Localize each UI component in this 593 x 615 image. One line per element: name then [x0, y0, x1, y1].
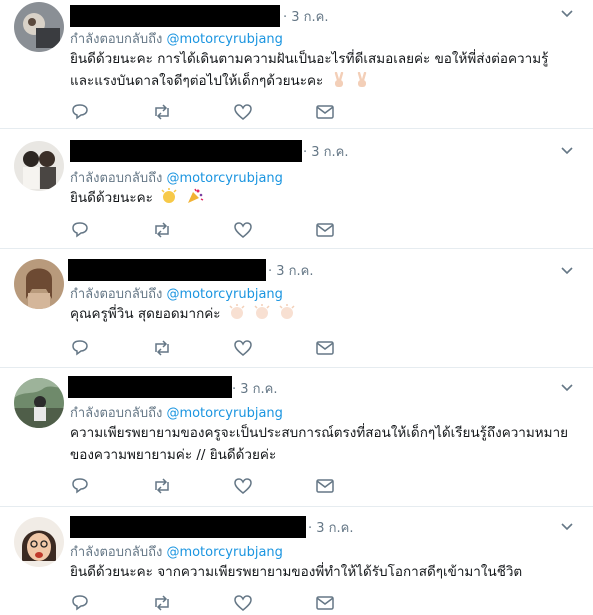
- tweet-date[interactable]: · 3 ก.ค.: [283, 6, 329, 27]
- reply-icon[interactable]: [70, 476, 90, 496]
- tweet-text-content: ยินดีด้วยนะคะ: [70, 190, 153, 206]
- like-icon[interactable]: [233, 338, 253, 358]
- clapping-hands-emoji: [279, 304, 295, 319]
- message-icon[interactable]: [315, 220, 335, 240]
- redacted-username: [68, 376, 232, 398]
- tweet-date[interactable]: · 3 ก.ค.: [268, 260, 314, 281]
- mention-link[interactable]: @motorcyrubjang: [166, 287, 282, 302]
- reply-prefix: กำลังตอบกลับถึง: [70, 545, 163, 560]
- tweet: · 3 ก.ค. กำลังตอบกลับถึง @motorcyrubjang…: [0, 129, 593, 249]
- tweet: · 3 ก.ค. กำลังตอบกลับถึง @motorcyrubjang…: [0, 368, 593, 507]
- chevron-down-icon[interactable]: [559, 380, 575, 396]
- tweet: · 3 ก.ค. กำลังตอบกลับถึง @motorcyrubjang…: [0, 249, 593, 368]
- clapping-hands-emoji: [254, 304, 270, 319]
- reply-context: กำลังตอบกลับถึง @motorcyrubjang: [70, 541, 283, 562]
- tweet-actions: [70, 102, 350, 122]
- reply-context: กำลังตอบกลับถึง @motorcyrubjang: [70, 167, 283, 188]
- tweet-text: ยินดีด้วยนะคะ จากความเพียรพยายามของพี่ทำ…: [70, 561, 570, 583]
- tweet-text-content: คุณครูพี่วิน สุดยอดมากค่ะ: [70, 306, 221, 322]
- message-icon[interactable]: [315, 102, 335, 122]
- tweet-text: ความเพียรพยายามของครูจะเป็นประสบการณ์ตรง…: [70, 422, 570, 466]
- avatar[interactable]: [14, 378, 64, 428]
- retweet-icon[interactable]: [152, 220, 172, 240]
- mention-link[interactable]: @motorcyrubjang: [166, 32, 282, 47]
- tweet-text-content: ความเพียรพยายามของครูจะเป็นประสบการณ์ตรง…: [70, 425, 569, 463]
- reply-context: กำลังตอบกลับถึง @motorcyrubjang: [70, 402, 283, 423]
- retweet-icon[interactable]: [152, 476, 172, 496]
- clapping-hands-emoji: [161, 188, 177, 203]
- reply-prefix: กำลังตอบกลับถึง: [70, 406, 163, 421]
- redacted-username: [70, 140, 302, 162]
- tweet-text-content: ยินดีด้วยนะคะ จากความเพียรพยายามของพี่ทำ…: [70, 564, 523, 580]
- party-popper-emoji: [187, 188, 203, 203]
- tweet-text: ยินดีด้วยนะคะ การได้เดินตามความฝันเป็นอะ…: [70, 48, 570, 92]
- tweet-date[interactable]: · 3 ก.ค.: [232, 378, 278, 399]
- reply-icon[interactable]: [70, 102, 90, 122]
- tweet-date[interactable]: · 3 ก.ค.: [308, 517, 354, 538]
- mention-link[interactable]: @motorcyrubjang: [166, 171, 282, 186]
- redacted-username: [70, 5, 280, 27]
- reply-context: กำลังตอบกลับถึง @motorcyrubjang: [70, 283, 283, 304]
- reply-icon[interactable]: [70, 338, 90, 358]
- reply-prefix: กำลังตอบกลับถึง: [70, 32, 163, 47]
- message-icon[interactable]: [315, 338, 335, 358]
- chevron-down-icon[interactable]: [559, 6, 575, 22]
- avatar[interactable]: [14, 141, 64, 191]
- message-icon[interactable]: [315, 593, 335, 613]
- retweet-icon[interactable]: [152, 338, 172, 358]
- redacted-username: [70, 516, 306, 538]
- tweet-actions: [70, 593, 350, 613]
- chevron-down-icon[interactable]: [559, 143, 575, 159]
- tweet-date[interactable]: · 3 ก.ค.: [303, 141, 349, 162]
- like-icon[interactable]: [233, 220, 253, 240]
- reply-prefix: กำลังตอบกลับถึง: [70, 287, 163, 302]
- victory-hand-emoji: [357, 72, 367, 87]
- tweet: · 3 ก.ค. กำลังตอบกลับถึง @motorcyrubjang…: [0, 507, 593, 615]
- like-icon[interactable]: [233, 593, 253, 613]
- chevron-down-icon[interactable]: [559, 519, 575, 535]
- tweet-actions: [70, 338, 350, 358]
- reply-icon[interactable]: [70, 220, 90, 240]
- chevron-down-icon[interactable]: [559, 263, 575, 279]
- mention-link[interactable]: @motorcyrubjang: [166, 545, 282, 560]
- tweet-actions: [70, 220, 350, 240]
- avatar[interactable]: [14, 259, 64, 309]
- avatar[interactable]: [14, 517, 64, 567]
- victory-hand-emoji: [334, 72, 343, 87]
- tweet: · 3 ก.ค. กำลังตอบกลับถึง @motorcyrubjang…: [0, 0, 593, 129]
- avatar[interactable]: [14, 2, 64, 52]
- tweet-actions: [70, 476, 350, 496]
- retweet-icon[interactable]: [152, 102, 172, 122]
- tweet-text-content: ยินดีด้วยนะคะ การได้เดินตามความฝันเป็นอะ…: [70, 51, 549, 89]
- message-icon[interactable]: [315, 476, 335, 496]
- retweet-icon[interactable]: [152, 593, 172, 613]
- reply-context: กำลังตอบกลับถึง @motorcyrubjang: [70, 28, 283, 49]
- like-icon[interactable]: [233, 102, 253, 122]
- like-icon[interactable]: [233, 476, 253, 496]
- mention-link[interactable]: @motorcyrubjang: [166, 406, 282, 421]
- clapping-hands-emoji: [229, 304, 245, 319]
- tweet-text: คุณครูพี่วิน สุดยอดมากค่ะ: [70, 303, 570, 325]
- redacted-username: [68, 259, 266, 281]
- tweet-text: ยินดีด้วยนะคะ: [70, 187, 570, 209]
- reply-icon[interactable]: [70, 593, 90, 613]
- reply-prefix: กำลังตอบกลับถึง: [70, 171, 163, 186]
